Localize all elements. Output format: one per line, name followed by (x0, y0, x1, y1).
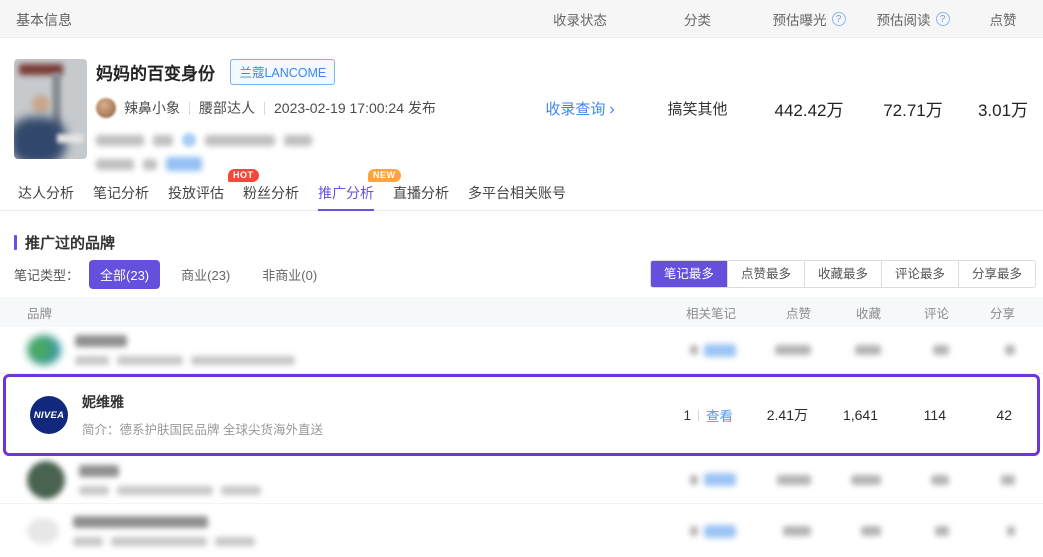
filter-all[interactable]: 全部(23) (89, 260, 160, 289)
sort-most-shares[interactable]: 分享最多 (958, 261, 1035, 287)
section-accent-bar (14, 235, 17, 250)
divider (698, 410, 699, 421)
brand-name: 妮维雅 (82, 392, 323, 412)
note-title: 妈妈的百变身份 (96, 65, 215, 84)
header-collections: 收藏 (811, 303, 881, 322)
brand-tag-badge[interactable]: 兰蔻LANCOME (230, 59, 335, 85)
redacted-stats-line (96, 133, 436, 147)
header-likes: 点赞 (736, 303, 811, 322)
sort-button-group: 笔记最多 点赞最多 收藏最多 评论最多 分享最多 (650, 260, 1036, 288)
col-estimated-exposure: 预估曝光? (755, 0, 863, 38)
highlighted-brand-row-outline: NIVEA 妮维雅 简介：德系护肤国民品牌 全球尖货海外直送 1 查看 2.41… (3, 374, 1040, 456)
note-thumbnail[interactable] (14, 59, 87, 159)
sort-most-collections[interactable]: 收藏最多 (804, 261, 881, 287)
comments-cell: 114 (878, 407, 946, 423)
sort-most-notes[interactable]: 笔记最多 (651, 261, 727, 287)
col-likes: 点赞 (963, 0, 1043, 38)
col-estimated-reads: 预估阅读? (863, 0, 963, 38)
related-notes-count: 1 (683, 408, 691, 423)
view-link-redacted[interactable] (704, 473, 736, 486)
header-shares: 分享 (949, 303, 1015, 322)
metric-column-headers: 收录状态 分类 预估曝光? 预估阅读? 点赞 (520, 0, 1043, 38)
brand-logo-redacted (27, 335, 61, 365)
header-comments: 评论 (881, 303, 949, 322)
author-avatar[interactable] (96, 98, 116, 118)
promoted-brands-table: 品牌 相关笔记 点赞 收藏 评论 分享 (0, 297, 1043, 557)
redacted-icon (182, 133, 196, 147)
brand-row-redacted[interactable] (0, 327, 1043, 374)
analysis-tabs: 达人分析 笔记分析 投放评估HOT 粉丝分析 推广分析NEW 直播分析 多平台相… (0, 170, 1043, 211)
divider (264, 102, 265, 115)
divider (189, 102, 190, 115)
header-related-notes: 相关笔记 (641, 303, 736, 322)
view-link-redacted[interactable] (704, 344, 736, 357)
likes-cell: 2.41万 (733, 405, 808, 425)
filter-row: 笔记类型： 全部(23) 商业(23) 非商业(0) 笔记最多 点赞最多 收藏最… (14, 260, 1036, 288)
redacted-link[interactable] (166, 157, 202, 171)
tab-live-analysis[interactable]: 直播分析 (393, 170, 449, 210)
sort-most-comments[interactable]: 评论最多 (881, 261, 958, 287)
nivea-logo: NIVEA (30, 396, 68, 434)
filter-non-commercial[interactable]: 非商业(0) (251, 260, 328, 289)
brand-description: 简介：德系护肤国民品牌 全球尖货海外直送 (82, 419, 323, 438)
filter-commercial[interactable]: 商业(23) (170, 260, 241, 289)
note-profile: 妈妈的百变身份 兰蔻LANCOME 辣鼻小象 腰部达人 2023-02-19 1… (14, 57, 1043, 165)
brand-row-nivea[interactable]: NIVEA 妮维雅 简介：德系护肤国民品牌 全球尖货海外直送 1 查看 2.41… (6, 377, 1037, 453)
tab-note-analysis[interactable]: 笔记分析 (93, 170, 149, 210)
view-link-redacted[interactable] (704, 525, 736, 538)
brand-row-redacted[interactable] (0, 456, 1043, 504)
view-link[interactable]: 查看 (706, 405, 733, 425)
page: 基本信息 收录状态 分类 预估曝光? 预估阅读? 点赞 收录查询› 搞笑其他 4… (0, 0, 1043, 557)
help-icon[interactable]: ? (832, 12, 846, 26)
collections-cell: 1,641 (808, 407, 878, 423)
brand-row-redacted[interactable] (0, 504, 1043, 557)
header-brand: 品牌 (27, 303, 641, 322)
author-level: 腰部达人 (199, 98, 255, 118)
col-index-status: 收录状态 (520, 0, 640, 38)
tab-placement-evaluation[interactable]: 投放评估HOT (168, 170, 224, 210)
tab-promotion-analysis[interactable]: 推广分析NEW (318, 170, 374, 210)
author-name[interactable]: 辣鼻小象 (124, 98, 180, 118)
publish-time: 2023-02-19 17:00:24 发布 (274, 98, 436, 118)
note-type-label: 笔记类型： (14, 265, 79, 284)
help-icon[interactable]: ? (936, 12, 950, 26)
table-header-row: 品牌 相关笔记 点赞 收藏 评论 分享 (0, 297, 1043, 327)
sort-most-likes[interactable]: 点赞最多 (727, 261, 804, 287)
tab-multi-platform-accounts[interactable]: 多平台相关账号 (468, 170, 566, 210)
promoted-brands-section-title: 推广过的品牌 (14, 232, 115, 253)
brand-logo-redacted (27, 461, 65, 499)
basic-info-title: 基本信息 (16, 10, 72, 30)
shares-cell: 42 (946, 407, 1012, 423)
tab-talent-analysis[interactable]: 达人分析 (18, 170, 74, 210)
tab-fans-analysis[interactable]: 粉丝分析 (243, 170, 299, 210)
brand-logo-redacted (27, 518, 59, 544)
col-category: 分类 (640, 0, 755, 38)
